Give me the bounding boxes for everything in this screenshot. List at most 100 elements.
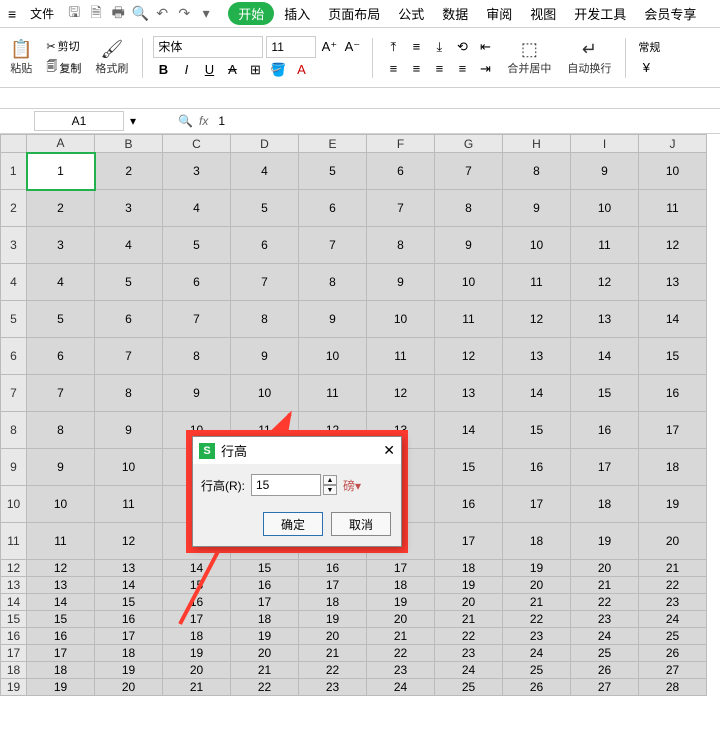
cell[interactable]: 13 (95, 560, 163, 577)
cell[interactable]: 15 (503, 412, 571, 449)
cell[interactable]: 11 (435, 301, 503, 338)
cell[interactable]: 10 (231, 375, 299, 412)
auto-wrap-button[interactable]: ↵ 自动换行 (563, 37, 615, 78)
ok-button[interactable]: 确定 (263, 512, 323, 536)
cell[interactable]: 27 (571, 679, 639, 696)
cell[interactable]: 19 (299, 611, 367, 628)
cell[interactable]: 9 (571, 153, 639, 190)
cell[interactable]: 16 (163, 594, 231, 611)
row-header[interactable]: 5 (1, 301, 27, 338)
cell[interactable]: 14 (639, 301, 707, 338)
cell[interactable]: 27 (639, 662, 707, 679)
cell[interactable]: 6 (163, 264, 231, 301)
cell[interactable]: 18 (231, 611, 299, 628)
row-header[interactable]: 10 (1, 486, 27, 523)
cell[interactable]: 21 (163, 679, 231, 696)
cell[interactable]: 4 (231, 153, 299, 190)
column-header[interactable]: F (367, 135, 435, 153)
row-header[interactable]: 8 (1, 412, 27, 449)
cell[interactable]: 10 (639, 153, 707, 190)
currency-icon[interactable]: ¥ (636, 58, 656, 78)
print-icon[interactable]: 🖶 (108, 4, 128, 24)
cell[interactable]: 22 (299, 662, 367, 679)
cell[interactable]: 23 (503, 628, 571, 645)
cell[interactable]: 23 (435, 645, 503, 662)
cell[interactable]: 11 (299, 375, 367, 412)
cell[interactable]: 21 (367, 628, 435, 645)
select-all-corner[interactable] (1, 135, 27, 153)
cell[interactable]: 28 (639, 679, 707, 696)
cell[interactable]: 17 (299, 577, 367, 594)
cell[interactable]: 9 (367, 264, 435, 301)
paste-button[interactable]: 📋 粘贴 (6, 37, 36, 78)
orientation-icon[interactable]: ⟲ (452, 37, 472, 57)
bold-button[interactable]: B (153, 60, 173, 80)
align-left-icon[interactable]: ≡ (383, 59, 403, 79)
cell[interactable]: 9 (503, 190, 571, 227)
cell[interactable]: 22 (367, 645, 435, 662)
cell[interactable]: 6 (231, 227, 299, 264)
name-box-dropdown-icon[interactable]: ▾ (130, 114, 136, 128)
cell[interactable]: 10 (299, 338, 367, 375)
cell[interactable]: 2 (27, 190, 95, 227)
tab-review[interactable]: 审阅 (478, 0, 520, 27)
row-header[interactable]: 18 (1, 662, 27, 679)
indent-left-icon[interactable]: ⇤ (475, 37, 495, 57)
cell[interactable]: 21 (299, 645, 367, 662)
row-height-input[interactable] (251, 474, 321, 496)
cell[interactable]: 17 (231, 594, 299, 611)
cell[interactable]: 8 (27, 412, 95, 449)
tab-view[interactable]: 视图 (522, 0, 564, 27)
cell[interactable]: 16 (435, 486, 503, 523)
cell[interactable]: 10 (95, 449, 163, 486)
cell[interactable]: 11 (639, 190, 707, 227)
cell[interactable]: 16 (95, 611, 163, 628)
decrease-font-icon[interactable]: A⁻ (342, 37, 362, 57)
cell[interactable]: 19 (367, 594, 435, 611)
cell[interactable]: 13 (27, 577, 95, 594)
border-button[interactable]: ⊞ (245, 60, 265, 80)
cell[interactable]: 13 (571, 301, 639, 338)
cell[interactable]: 3 (27, 227, 95, 264)
cell[interactable]: 23 (571, 611, 639, 628)
cell[interactable]: 14 (571, 338, 639, 375)
cell[interactable]: 14 (503, 375, 571, 412)
cell[interactable]: 12 (27, 560, 95, 577)
increase-font-icon[interactable]: A⁺ (319, 37, 339, 57)
cell[interactable]: 20 (503, 577, 571, 594)
cell[interactable]: 24 (503, 645, 571, 662)
cell[interactable]: 22 (639, 577, 707, 594)
cell[interactable]: 10 (435, 264, 503, 301)
cell[interactable]: 12 (571, 264, 639, 301)
cell[interactable]: 5 (163, 227, 231, 264)
cell[interactable]: 20 (95, 679, 163, 696)
cell[interactable]: 10 (367, 301, 435, 338)
cell[interactable]: 19 (27, 679, 95, 696)
cell[interactable]: 23 (299, 679, 367, 696)
cell[interactable]: 6 (27, 338, 95, 375)
cell[interactable]: 15 (95, 594, 163, 611)
row-header[interactable]: 14 (1, 594, 27, 611)
column-header[interactable]: H (503, 135, 571, 153)
cell[interactable]: 1 (27, 153, 95, 190)
cell[interactable]: 19 (435, 577, 503, 594)
row-header[interactable]: 9 (1, 449, 27, 486)
cell[interactable]: 10 (503, 227, 571, 264)
cell[interactable]: 17 (27, 645, 95, 662)
cell[interactable]: 22 (231, 679, 299, 696)
cell[interactable]: 21 (231, 662, 299, 679)
tab-developer[interactable]: 开发工具 (566, 0, 634, 27)
justify-icon[interactable]: ≡ (452, 59, 472, 79)
cell[interactable]: 11 (95, 486, 163, 523)
cell[interactable]: 12 (367, 375, 435, 412)
indent-right-icon[interactable]: ⇥ (475, 59, 495, 79)
cell[interactable]: 7 (367, 190, 435, 227)
cell[interactable]: 5 (27, 301, 95, 338)
cell[interactable]: 7 (231, 264, 299, 301)
preview-icon[interactable]: 🔍 (130, 4, 150, 24)
undo-icon[interactable]: ↶ (152, 4, 172, 24)
column-header[interactable]: D (231, 135, 299, 153)
cell[interactable]: 13 (639, 264, 707, 301)
cell[interactable]: 6 (299, 190, 367, 227)
cell[interactable]: 26 (639, 645, 707, 662)
